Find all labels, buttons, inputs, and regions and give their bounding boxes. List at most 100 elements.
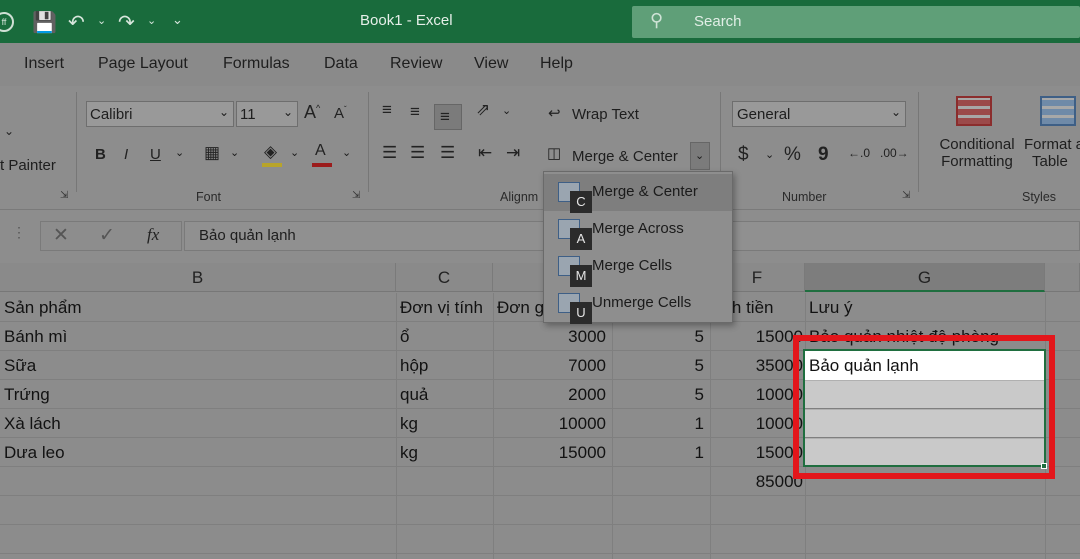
cell-quantity[interactable]: 5 (612, 380, 710, 409)
cell-g-header[interactable]: Lưu ý (809, 293, 1045, 322)
borders-icon[interactable]: ▦ (204, 143, 220, 163)
tab-view[interactable]: View (474, 55, 508, 73)
conditional-formatting-button[interactable]: Conditional Formatting (932, 136, 1022, 170)
align-right-icon[interactable]: ☰ (440, 143, 455, 163)
redo-icon[interactable]: ↷ (118, 10, 135, 35)
bottom-align-button[interactable]: ≡ (434, 104, 462, 130)
tab-formulas[interactable]: Formulas (223, 55, 290, 73)
format-as-table-button[interactable]: Format a Table (1024, 136, 1080, 170)
underline-dropdown-icon[interactable]: ⌄ (175, 146, 184, 159)
underline-button[interactable]: U (150, 146, 161, 163)
tab-data[interactable]: Data (324, 55, 358, 73)
column-header-g[interactable]: G (805, 263, 1045, 292)
cell-unit[interactable]: kg (400, 438, 493, 467)
autosave-icon[interactable]: ff (0, 12, 14, 32)
tab-page-layout[interactable]: Page Layout (98, 55, 188, 73)
cell-quantity[interactable]: 5 (612, 351, 710, 380)
borders-dropdown-icon[interactable]: ⌄ (230, 146, 239, 159)
menu-item-merge-across[interactable]: Merge Across A (544, 211, 732, 250)
orientation-dropdown-icon[interactable]: ⌄ (502, 104, 511, 117)
menu-item-merge-cells[interactable]: Merge Cells M (544, 248, 732, 287)
wrap-text-button[interactable]: Wrap Text (572, 106, 639, 123)
cell-price[interactable]: 10000 (493, 409, 612, 438)
italic-button[interactable]: I (124, 146, 128, 163)
currency-button[interactable]: $ (738, 144, 749, 166)
cell-unit[interactable]: kg (400, 409, 493, 438)
font-color-dropdown-icon[interactable]: ⌄ (342, 146, 351, 159)
formula-buttons: ✕ ✓ fx (40, 221, 182, 251)
increase-indent-icon[interactable]: ⇥ (506, 143, 520, 163)
search-input[interactable]: ⚲ Search (632, 6, 1080, 38)
cell-unit[interactable]: hộp (400, 351, 493, 380)
tab-help[interactable]: Help (540, 55, 573, 73)
enter-icon[interactable]: ✓ (99, 224, 115, 247)
cell-quantity[interactable]: 5 (612, 322, 710, 351)
tab-insert[interactable]: Insert (24, 55, 64, 73)
cell-b-header[interactable]: Sản phẩm (4, 293, 394, 322)
cell-price[interactable]: 15000 (493, 438, 612, 467)
font-name-dropdown[interactable]: Calibri ⌄ (86, 101, 234, 127)
cell-quantity[interactable]: 1 (612, 438, 710, 467)
cell-product[interactable]: Trứng (4, 380, 394, 409)
column-header-c[interactable]: C (396, 263, 493, 292)
currency-dropdown-icon[interactable]: ⌄ (765, 148, 774, 161)
cell-unit[interactable]: ổ (400, 322, 493, 351)
format-painter-button[interactable]: t Painter (0, 157, 56, 174)
cell-unit[interactable]: quả (400, 380, 493, 409)
cell-price[interactable]: 2000 (493, 380, 612, 409)
align-center-icon[interactable]: ☰ (410, 143, 425, 163)
save-icon[interactable]: 💾 (32, 10, 57, 35)
menu-item-label: Merge Cells (592, 257, 673, 274)
cancel-icon[interactable]: ✕ (53, 224, 69, 247)
merge-center-dropdown-button[interactable]: ⌄ (690, 142, 710, 170)
cell-total[interactable]: 35000 (710, 351, 805, 380)
undo-dropdown-icon[interactable]: ⌄ (97, 14, 106, 27)
paste-dropdown-icon[interactable]: ⌄ (4, 124, 14, 138)
decrease-decimal-icon[interactable]: .00→ (880, 146, 909, 160)
top-align-icon[interactable]: ≡ (382, 100, 392, 120)
column-header-b[interactable]: B (0, 263, 396, 292)
cell-total[interactable]: 10000 (710, 380, 805, 409)
cell-product[interactable]: Dưa leo (4, 438, 394, 467)
font-launcher-icon[interactable]: ⇲ (352, 190, 360, 201)
middle-align-icon[interactable]: ≡ (410, 102, 420, 122)
column-header-h[interactable] (1045, 263, 1080, 292)
increase-decimal-icon[interactable]: ←.0 (848, 146, 870, 160)
bold-button[interactable]: B (95, 146, 106, 163)
menu-item-merge-center[interactable]: Merge & Center C (544, 174, 732, 213)
number-launcher-icon[interactable]: ⇲ (902, 190, 910, 201)
clipboard-launcher-icon[interactable]: ⇲ (60, 190, 68, 201)
undo-icon[interactable]: ↶ (68, 10, 85, 35)
decrease-font-size-icon[interactable]: Aˇ (334, 105, 347, 122)
customize-qat-icon[interactable]: ⌄ (172, 12, 183, 28)
align-left-icon[interactable]: ☰ (382, 143, 397, 163)
merge-center-button[interactable]: Merge & Center (572, 148, 678, 165)
cell-product[interactable]: Bánh mì (4, 322, 394, 351)
increase-font-size-icon[interactable]: A^ (304, 102, 320, 123)
decrease-indent-icon[interactable]: ⇤ (478, 143, 492, 163)
insert-function-button[interactable]: fx (147, 225, 159, 245)
cell-total[interactable]: 15000 (710, 322, 805, 351)
orientation-icon[interactable]: ⇗ (476, 100, 490, 120)
font-color-icon[interactable]: A (315, 142, 326, 160)
cell-price[interactable]: 7000 (493, 351, 612, 380)
cell-total[interactable]: 15000 (710, 438, 805, 467)
fill-color-icon[interactable]: ◈ (264, 142, 277, 162)
tab-review[interactable]: Review (390, 55, 442, 73)
font-size-dropdown[interactable]: 11 ⌄ (236, 101, 298, 127)
redo-dropdown-icon[interactable]: ⌄ (147, 14, 156, 27)
cell-price[interactable]: 3000 (493, 322, 612, 351)
percent-button[interactable]: % (784, 144, 801, 166)
cell-quantity[interactable]: 1 (612, 409, 710, 438)
cell-total[interactable]: 10000 (710, 409, 805, 438)
cell-product[interactable]: Xà lách (4, 409, 394, 438)
cell-grand-total[interactable]: 85000 (710, 467, 805, 496)
comma-style-button[interactable]: 9 (818, 144, 829, 166)
cell-product[interactable]: Sữa (4, 351, 394, 380)
menu-item-unmerge-cells[interactable]: Unmerge Cells U (544, 285, 732, 324)
cell-c-header[interactable]: Đơn vị tính (400, 293, 493, 322)
fill-color-dropdown-icon[interactable]: ⌄ (290, 146, 299, 159)
drag-handle-icon[interactable]: ⋮ (12, 224, 26, 241)
fill-color-swatch (262, 163, 282, 167)
number-format-dropdown[interactable]: General ⌄ (732, 101, 906, 127)
